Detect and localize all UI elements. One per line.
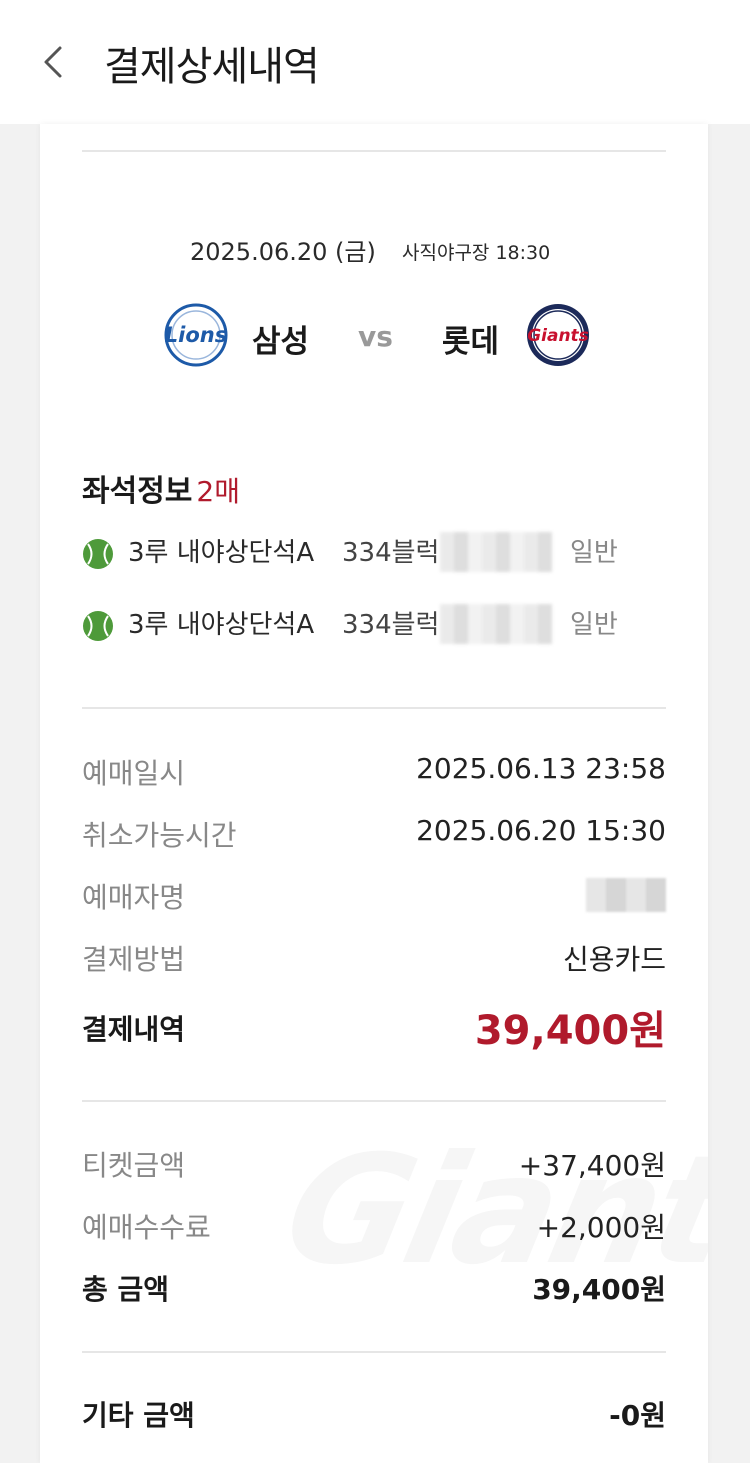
seat-info-label: 좌석정보 (82, 474, 193, 509)
seat-section: 3루 내야상단석A (128, 538, 315, 568)
redacted-seat-number (440, 604, 552, 644)
page-title: 결제상세내역 (104, 44, 320, 90)
booking-datetime-value: 2025.06.13 23:58 (416, 752, 666, 785)
lions-logo-icon: Lions (154, 302, 238, 368)
booking-fee-value: +2,000원 (536, 1211, 666, 1244)
payment-method-value: 신용카드 (562, 943, 666, 976)
baseball-icon (82, 538, 114, 570)
svg-text:Giants: Giants (527, 326, 589, 346)
away-team-name: 롯데 (442, 324, 500, 360)
payment-total-row: 결제내역 39,400원 (82, 1008, 666, 1054)
total-amount-label: 총 금액 (82, 1273, 170, 1306)
redacted-booker-name (586, 878, 666, 912)
divider-seats (82, 707, 666, 709)
ticket-amount-label: 티켓금액 (82, 1149, 186, 1182)
payment-method-row: 결제방법 신용카드 (82, 938, 666, 982)
seat-info-title: 좌석정보 2매 (82, 466, 240, 510)
cancel-deadline-row: 취소가능시간 2025.06.20 15:30 (82, 814, 666, 858)
redacted-seat-number (440, 532, 552, 572)
payment-method-label: 결제방법 (82, 943, 186, 976)
seat-block: 334블럭 (342, 610, 440, 640)
seat-row: 3루 내야상단석A 334블럭 일반 (82, 532, 666, 572)
other-amount-label: 기타 금액 (82, 1399, 195, 1432)
booking-fee-row: 예매수수료 +2,000원 (82, 1206, 666, 1250)
seat-section: 3루 내야상단석A (128, 610, 315, 640)
other-amount-value: -0원 (609, 1399, 666, 1432)
svg-text:Lions: Lions (165, 323, 227, 347)
payment-total-label: 결제내역 (82, 1013, 186, 1046)
total-amount-row: 총 금액 39,400원 (82, 1268, 666, 1312)
ticket-amount-row: 티켓금액 +37,400원 (82, 1144, 666, 1188)
chevron-left-icon (44, 46, 62, 78)
seat-type: 일반 (570, 538, 618, 568)
ticket-amount-value: +37,400원 (518, 1149, 666, 1182)
booking-datetime-row: 예매일시 2025.06.13 23:58 (82, 752, 666, 796)
seat-row: 3루 내야상단석A 334블럭 일반 (82, 604, 666, 644)
booking-datetime-label: 예매일시 (82, 757, 186, 790)
cancel-deadline-value: 2025.06.20 15:30 (416, 814, 666, 847)
giants-logo-icon: Giants (516, 302, 600, 368)
game-venue: 사직야구장 18:30 (402, 242, 551, 264)
divider-payment (82, 1100, 666, 1102)
divider-top (82, 150, 666, 152)
game-date: 2025.06.20 (금) (190, 238, 376, 266)
booking-fee-label: 예매수수료 (82, 1211, 211, 1244)
seat-block: 334블럭 (342, 538, 440, 568)
payment-detail-card: Giants 2025.06.20 (금) 사직야구장 18:30 Lions … (40, 124, 708, 1463)
baseball-icon (82, 610, 114, 642)
total-amount-value: 39,400원 (532, 1273, 666, 1306)
booker-name-label: 예매자명 (82, 881, 186, 914)
vs-label: vs (358, 320, 393, 353)
other-amount-row: 기타 금액 -0원 (82, 1394, 666, 1438)
booker-name-row: 예매자명 (82, 876, 666, 920)
seat-type: 일반 (570, 610, 618, 640)
seat-count: 2매 (196, 475, 240, 508)
cancel-deadline-label: 취소가능시간 (82, 819, 237, 852)
top-app-bar: 결제상세내역 (0, 0, 750, 124)
divider-breakdown (82, 1351, 666, 1353)
home-team-name: 삼성 (252, 324, 310, 360)
back-button[interactable] (36, 38, 72, 86)
payment-total-value: 39,400원 (474, 1008, 666, 1054)
